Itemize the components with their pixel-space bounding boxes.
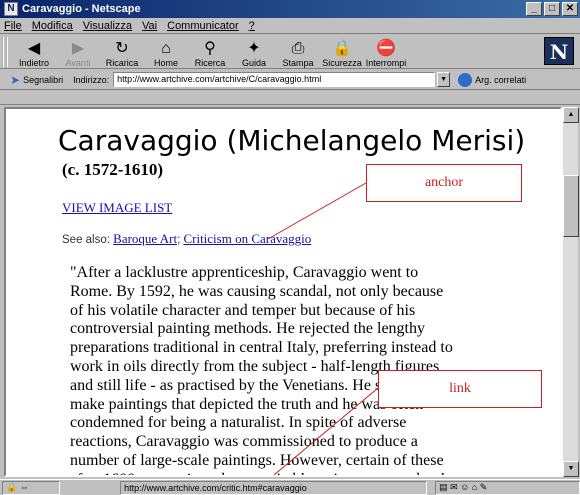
menu-communicator[interactable]: Communicator (167, 20, 239, 32)
title-bar: N Caravaggio - Netscape _ □ ✕ (0, 0, 580, 18)
toolbar-button-label: Indietro (18, 58, 50, 68)
quote-line: controversial painting methods. He rejec… (70, 320, 425, 338)
page-viewport: Caravaggio (Michelangelo Merisi) (c. 157… (4, 107, 562, 477)
toolbar-button-interrompi[interactable]: ⛔ Interrompi (364, 36, 408, 68)
toolbar-button-label: Interrompi (365, 58, 407, 68)
maximize-button[interactable]: □ (544, 2, 560, 16)
toolbar-button-guida[interactable]: ✦ Guida (232, 36, 276, 68)
quote-line: "After a lacklustre apprenticeship, Cara… (70, 264, 419, 281)
toolbar-button-label: Stampa (282, 58, 314, 68)
related-topics-label: Arg. correlati (475, 74, 527, 85)
bookmarks-button[interactable]: ➤ Segnalibri (10, 73, 63, 87)
scroll-down-button[interactable]: ▼ (563, 461, 579, 477)
bookmarks-icon: ➤ (10, 72, 21, 87)
vertical-scrollbar[interactable]: ▲ ▼ (562, 107, 579, 477)
web-page: Caravaggio (Michelangelo Merisi) (c. 157… (6, 109, 560, 475)
close-button[interactable]: ✕ (562, 2, 578, 16)
toolbar-button-label: Ricerca (194, 58, 226, 68)
quote-line: preparations traditional in central Ital… (70, 339, 453, 357)
quote-line: after 1600 were rejected as unsuitable o… (70, 471, 482, 475)
toolbar-button-label: Home (153, 58, 178, 68)
see-also-line: See also: Baroque Art; Criticism on Cara… (62, 231, 312, 246)
quote-line: number of large-scale paintings. However… (70, 451, 444, 469)
guide-icon: ✦ (247, 40, 261, 57)
stop-icon: ⛔ (376, 40, 396, 57)
navigation-toolbar: ◀ Indietro ▶ Avanti ↻ Ricarica ⌂ Home ⚲ Ricerca ✦ G… (0, 35, 580, 69)
toolbar-button-ricarica[interactable]: ↻ Ricarica (100, 36, 144, 68)
toolbar-button-label: Ricarica (105, 58, 139, 68)
menu-modifica[interactable]: Modifica (32, 20, 73, 32)
scroll-up-button[interactable]: ▲ (563, 107, 579, 123)
bookmarks-label: Segnalibri (23, 74, 64, 85)
scroll-thumb[interactable] (563, 175, 579, 237)
address-input[interactable]: http://www.artchive.com/artchive/C/carav… (113, 72, 436, 87)
location-bar: ➤ Segnalibri Indirizzo: http://www.artch… (0, 70, 580, 90)
quote-line: Rome. By 1592, he was causing scandal, n… (70, 282, 444, 300)
menu-file[interactable]: File (4, 20, 22, 32)
menu-vai[interactable]: Vai (142, 20, 157, 32)
menu-bar: File Modifica Visualizza Vai Communicato… (0, 18, 580, 34)
home-icon: ⌂ (161, 40, 171, 57)
netscape-app-icon: N (4, 2, 18, 16)
link-callout: link (378, 370, 542, 408)
criticism-link[interactable]: Criticism on Caravaggio (183, 231, 311, 246)
personal-toolbar (0, 91, 580, 105)
toolbar-button-label: Guida (241, 58, 267, 68)
lock-icon: 🔒 (332, 40, 352, 57)
minimize-button[interactable]: _ (526, 2, 542, 16)
quote-line: reactions, Caravaggio was commissioned t… (70, 433, 418, 451)
component-bar[interactable]: ▤ ✉ ☺ ⌂ ✎ (435, 480, 580, 495)
toolbar-button-sicurezza[interactable]: 🔒 Sicurezza (320, 36, 364, 68)
toolbar-button-avanti[interactable]: ▶ Avanti (56, 36, 100, 68)
page-heading: Caravaggio (Michelangelo Merisi) (58, 124, 526, 157)
toolbar-grip[interactable] (2, 37, 8, 67)
anchor-callout: anchor (366, 164, 522, 202)
reload-icon: ↻ (115, 40, 129, 57)
quote-line: of his volatile character and temper but… (70, 301, 416, 319)
baroque-art-link[interactable]: Baroque Art (113, 231, 177, 246)
menu-visualizza[interactable]: Visualizza (83, 20, 132, 32)
artist-dates: (c. 1572-1610) (62, 160, 164, 179)
forward-arrow-icon: ▶ (71, 40, 85, 57)
netscape-logo[interactable]: N (544, 37, 574, 65)
search-icon: ⚲ (204, 40, 216, 57)
related-topics-button[interactable]: Arg. correlati (458, 72, 527, 87)
security-status-icon[interactable]: 🔒 ⇔ (2, 480, 61, 495)
related-topics-icon (458, 72, 473, 87)
toolbar-button-ricerca[interactable]: ⚲ Ricerca (188, 36, 232, 68)
address-dropdown-button[interactable]: ▼ (437, 72, 451, 87)
toolbar-button-stampa[interactable]: ⎙ Stampa (276, 36, 320, 68)
menu-help[interactable]: ? (249, 20, 255, 32)
address-label: Indirizzo: (73, 74, 110, 85)
toolbar-button-label: Sicurezza (322, 58, 362, 68)
toolbar-button-label: Avanti (65, 58, 91, 68)
back-arrow-icon: ◀ (27, 40, 41, 57)
see-also-label: See also: (62, 234, 110, 246)
status-bar: 🔒 ⇔ http://www.artchive.com/critic.htm#c… (0, 479, 580, 495)
quote-line: condemned for being a naturalist. In spi… (70, 414, 407, 432)
status-url: http://www.artchive.com/critic.htm#carav… (120, 480, 428, 495)
toolbar-button-home[interactable]: ⌂ Home (144, 36, 188, 68)
toolbar-button-indietro[interactable]: ◀ Indietro (12, 36, 56, 68)
window-title: Caravaggio - Netscape (22, 3, 141, 15)
view-image-list-link[interactable]: VIEW IMAGE LIST (62, 200, 172, 216)
print-icon: ⎙ (291, 40, 305, 57)
